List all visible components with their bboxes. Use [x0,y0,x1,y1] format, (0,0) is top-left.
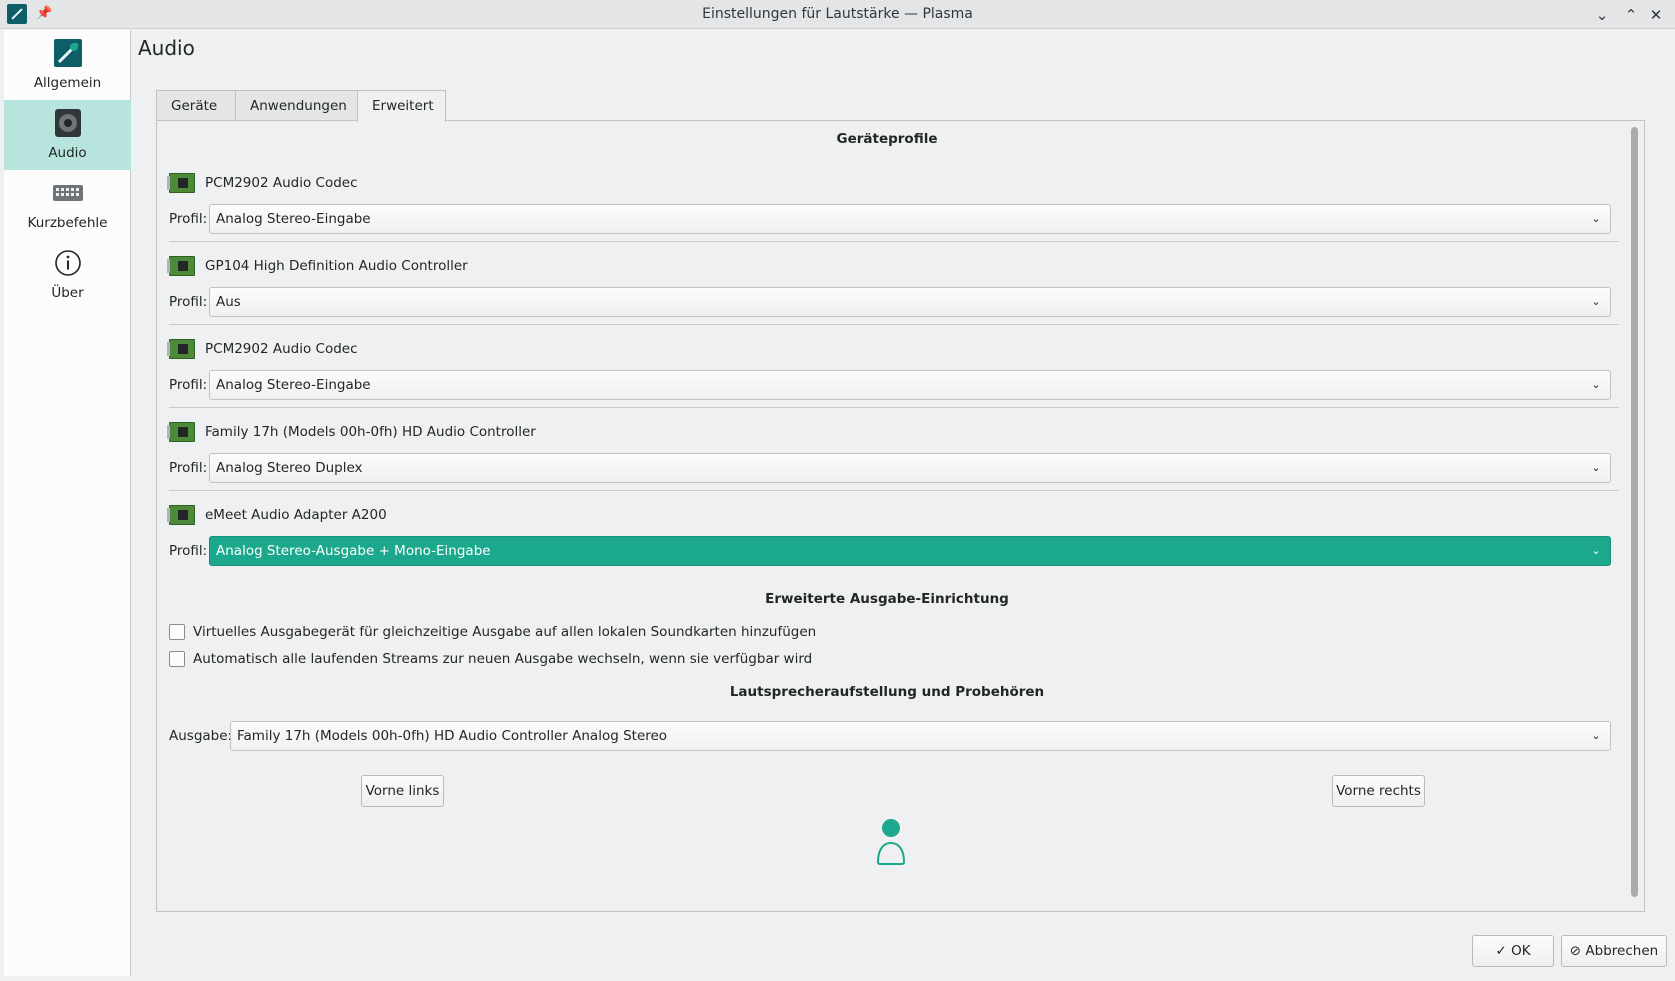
tab-anwendungen[interactable]: Anwendungen [235,90,358,121]
device-header: PCM2902 Audio Codec [167,173,1619,193]
speaker-setup-title: Lautsprecheraufstellung und Probehören [729,684,1045,700]
virtual-output-checkbox[interactable] [169,624,185,640]
auto-switch-option[interactable]: Automatisch alle laufenden Streams zur n… [169,650,969,668]
chevron-down-icon: ⌄ [1591,544,1601,557]
profile-select-value: Analog Stereo-Ausgabe + Mono-Eingabe [216,543,491,559]
speaker-icon [55,109,81,137]
chevron-down-icon: ⌄ [1591,729,1601,742]
sidebar-item-label: Audio [48,145,87,161]
device-name: Family 17h (Models 00h-0fh) HD Audio Con… [205,424,536,440]
device-name: GP104 High Definition Audio Controller [205,258,468,274]
divider [169,241,1619,242]
chevron-down-icon: ⌄ [1591,212,1601,225]
chevron-down-icon: ⌄ [1591,461,1601,474]
checkbox-label: Virtuelles Ausgabegerät für gleichzeitig… [193,624,817,640]
sidebar-item-allgemein[interactable]: Allgemein [4,30,131,100]
output-select[interactable]: Family 17h (Models 00h-0fh) HD Audio Con… [230,721,1611,751]
profile-select[interactable]: Analog Stereo-Ausgabe + Mono-Eingabe ⌄ [209,536,1611,566]
sidebar-item-label: Kurzbefehle [27,215,108,231]
sidebar: Allgemein Audio Kurzbefehle Über [4,30,131,976]
maximize-button[interactable]: ⌃ [1620,4,1642,26]
checkbox-label: Automatisch alle laufenden Streams zur n… [193,651,813,667]
soundcard-icon [167,422,195,442]
chevron-down-icon: ⌄ [1591,295,1601,308]
output-label: Ausgabe: [169,728,233,744]
profile-select-value: Aus [216,294,241,310]
tab-erweitert[interactable]: Erweitert [357,90,446,122]
check-icon: ✓ [1495,943,1507,959]
device-header: GP104 High Definition Audio Controller [167,256,1619,276]
advanced-panel: Geräteprofile PCM2902 Audio Codec Profil… [156,120,1645,912]
divider [169,490,1619,491]
cancel-button[interactable]: ⊘ Abbrechen [1561,935,1667,967]
profile-select[interactable]: Analog Stereo-Eingabe ⌄ [209,204,1611,234]
page-title: Audio [138,36,195,60]
advanced-output-title: Erweiterte Ausgabe-Einrichtung [765,591,1009,607]
cancel-label: Abbrechen [1585,943,1659,959]
cancel-icon: ⊘ [1569,943,1582,959]
ok-label: OK [1511,943,1531,959]
device-name: PCM2902 Audio Codec [205,341,358,357]
profile-label: Profil: [169,460,208,476]
profile-label: Profil: [169,543,208,559]
profile-select[interactable]: Analog Stereo Duplex ⌄ [209,453,1611,483]
front-left-button[interactable]: Vorne links [361,775,444,807]
virtual-output-option[interactable]: Virtuelles Ausgabegerät für gleichzeitig… [169,623,969,641]
profile-select[interactable]: Analog Stereo-Eingabe ⌄ [209,370,1611,400]
profile-select-value: Analog Stereo-Eingabe [216,211,371,227]
window-title: Einstellungen für Lautstärke — Plasma [702,6,973,22]
scrollbar-thumb[interactable] [1631,127,1638,897]
device-name: eMeet Audio Adapter A200 [205,507,387,523]
output-select-value: Family 17h (Models 00h-0fh) HD Audio Con… [237,728,668,744]
profile-label: Profil: [169,294,208,310]
profile-select[interactable]: Aus ⌄ [209,287,1611,317]
profile-label: Profil: [169,211,208,227]
close-button[interactable]: ✕ [1645,4,1667,26]
soundcard-icon [167,256,195,276]
device-name: PCM2902 Audio Codec [205,175,358,191]
device-header: PCM2902 Audio Codec [167,339,1619,359]
info-icon [55,250,81,276]
divider [169,407,1619,408]
sidebar-item-kurzbefehle[interactable]: Kurzbefehle [4,170,131,240]
sidebar-item-ueber[interactable]: Über [4,240,131,310]
device-header: Family 17h (Models 00h-0fh) HD Audio Con… [167,422,1619,442]
divider [169,324,1619,325]
auto-switch-checkbox[interactable] [169,651,185,667]
ok-button[interactable]: ✓ OK [1472,935,1554,967]
device-profiles-title: Geräteprofile [836,131,938,147]
profile-select-value: Analog Stereo Duplex [216,460,363,476]
chevron-down-icon: ⌄ [1591,378,1601,391]
soundcard-icon [167,505,195,525]
listener-icon [876,819,906,865]
profile-select-value: Analog Stereo-Eingabe [216,377,371,393]
device-header: eMeet Audio Adapter A200 [167,505,1619,525]
profile-label: Profil: [169,377,208,393]
soundcard-icon [167,339,195,359]
soundcard-icon [167,173,195,193]
front-right-button[interactable]: Vorne rechts [1332,775,1425,807]
minimize-button[interactable]: ⌄ [1591,4,1613,26]
settings-app-icon [54,39,82,67]
sidebar-item-audio[interactable]: Audio [4,100,131,170]
keyboard-icon [53,185,83,201]
tab-geraete[interactable]: Geräte [156,90,236,121]
sidebar-item-label: Über [51,285,84,301]
sidebar-item-label: Allgemein [33,75,102,91]
title-bar: 📌 Einstellungen für Lautstärke — Plasma … [0,0,1675,29]
